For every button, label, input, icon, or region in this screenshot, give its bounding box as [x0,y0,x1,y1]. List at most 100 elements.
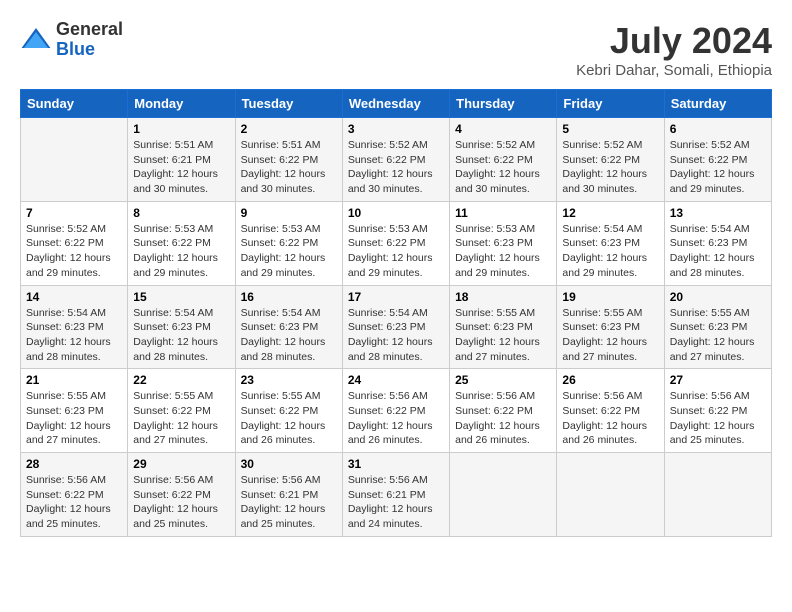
calendar-cell: 10 Sunrise: 5:53 AM Sunset: 6:22 PM Dayli… [342,201,449,285]
day-number: 17 [348,290,444,304]
day-number: 24 [348,373,444,387]
calendar-cell: 27 Sunrise: 5:56 AM Sunset: 6:22 PM Dayli… [664,369,771,453]
calendar-cell: 23Sunrise: 5:55 AM Sunset: 6:22 PM Dayli… [235,369,342,453]
day-number: 7 [26,206,122,220]
calendar-cell: 5Sunrise: 5:52 AM Sunset: 6:22 PM Daylig… [557,118,664,202]
calendar-cell: 14 Sunrise: 5:54 AM Sunset: 6:23 PM Dayli… [21,285,128,369]
day-info: Sunrise: 5:55 AM Sunset: 6:23 PM Dayligh… [670,306,766,365]
calendar-cell: 13 Sunrise: 5:54 AM Sunset: 6:23 PM Dayli… [664,201,771,285]
day-number: 20 [670,290,766,304]
day-number: 27 [670,373,766,387]
calendar-cell: 20 Sunrise: 5:55 AM Sunset: 6:23 PM Dayli… [664,285,771,369]
day-number: 2 [241,122,337,136]
day-number: 9 [241,206,337,220]
day-number: 5 [562,122,658,136]
calendar-cell [664,453,771,537]
day-info: Sunrise: 5:56 AM Sunset: 6:22 PM Dayligh… [670,389,766,448]
calendar-cell: 1 Sunrise: 5:51 AM Sunset: 6:21 PM Daylig… [128,118,235,202]
day-number: 3 [348,122,444,136]
day-number: 22 [133,373,229,387]
day-number: 19 [562,290,658,304]
calendar-cell: 28Sunrise: 5:56 AM Sunset: 6:22 PM Dayli… [21,453,128,537]
logo-general: General [56,19,123,39]
day-number: 21 [26,373,122,387]
day-number: 29 [133,457,229,471]
calendar-cell: 16 Sunrise: 5:54 AM Sunset: 6:23 PM Dayli… [235,285,342,369]
calendar-cell: 7 Sunrise: 5:52 AM Sunset: 6:22 PM Daylig… [21,201,128,285]
day-info: Sunrise: 5:53 AM Sunset: 6:22 PM Dayligh… [241,222,337,281]
day-info: Sunrise: 5:55 AM Sunset: 6:22 PM Dayligh… [133,389,229,448]
calendar-cell [450,453,557,537]
day-info: Sunrise: 5:54 AM Sunset: 6:23 PM Dayligh… [348,306,444,365]
day-number: 12 [562,206,658,220]
calendar-week-4: 21 Sunrise: 5:55 AM Sunset: 6:23 PM Dayli… [21,369,772,453]
day-info: Sunrise: 5:52 AM Sunset: 6:22 PM Dayligh… [26,222,122,281]
calendar-week-2: 7 Sunrise: 5:52 AM Sunset: 6:22 PM Daylig… [21,201,772,285]
month-year-title: July 2024 [576,20,772,62]
calendar-cell: 6Sunrise: 5:52 AM Sunset: 6:22 PM Daylig… [664,118,771,202]
day-info: Sunrise: 5:56 AM Sunset: 6:22 PM Dayligh… [455,389,551,448]
day-info: Sunrise: 5:51 AM Sunset: 6:21 PM Dayligh… [133,138,229,197]
weekday-header-tuesday: Tuesday [235,90,342,118]
calendar-cell: 26 Sunrise: 5:56 AM Sunset: 6:22 PM Dayli… [557,369,664,453]
calendar-body: 1 Sunrise: 5:51 AM Sunset: 6:21 PM Daylig… [21,118,772,537]
weekday-header-monday: Monday [128,90,235,118]
day-info: Sunrise: 5:56 AM Sunset: 6:21 PM Dayligh… [348,473,444,532]
day-info: Sunrise: 5:54 AM Sunset: 6:23 PM Dayligh… [670,222,766,281]
day-number: 10 [348,206,444,220]
day-number: 4 [455,122,551,136]
day-info: Sunrise: 5:56 AM Sunset: 6:22 PM Dayligh… [348,389,444,448]
day-number: 28 [26,457,122,471]
title-block: July 2024 Kebri Dahar, Somali, Ethiopia [576,20,772,79]
day-info: Sunrise: 5:56 AM Sunset: 6:21 PM Dayligh… [241,473,337,532]
day-number: 26 [562,373,658,387]
day-info: Sunrise: 5:56 AM Sunset: 6:22 PM Dayligh… [133,473,229,532]
day-info: Sunrise: 5:51 AM Sunset: 6:22 PM Dayligh… [241,138,337,197]
day-info: Sunrise: 5:55 AM Sunset: 6:23 PM Dayligh… [562,306,658,365]
calendar-week-1: 1 Sunrise: 5:51 AM Sunset: 6:21 PM Daylig… [21,118,772,202]
day-number: 16 [241,290,337,304]
calendar-cell: 18 Sunrise: 5:55 AM Sunset: 6:23 PM Dayli… [450,285,557,369]
day-info: Sunrise: 5:55 AM Sunset: 6:23 PM Dayligh… [455,306,551,365]
day-info: Sunrise: 5:54 AM Sunset: 6:23 PM Dayligh… [26,306,122,365]
day-number: 6 [670,122,766,136]
day-info: Sunrise: 5:54 AM Sunset: 6:23 PM Dayligh… [241,306,337,365]
calendar-cell: 24 Sunrise: 5:56 AM Sunset: 6:22 PM Dayli… [342,369,449,453]
day-info: Sunrise: 5:52 AM Sunset: 6:22 PM Dayligh… [348,138,444,197]
calendar-cell [557,453,664,537]
day-number: 13 [670,206,766,220]
calendar-cell: 9 Sunrise: 5:53 AM Sunset: 6:22 PM Daylig… [235,201,342,285]
day-info: Sunrise: 5:55 AM Sunset: 6:23 PM Dayligh… [26,389,122,448]
calendar-week-5: 28 Sunrise: 5:56 AM Sunset: 6:22 PM Dayli… [21,453,772,537]
day-info: Sunrise: 5:54 AM Sunset: 6:23 PM Dayligh… [133,306,229,365]
calendar-cell: 17 Sunrise: 5:54 AM Sunset: 6:23 PM Dayli… [342,285,449,369]
logo-icon [20,24,52,56]
calendar-cell: 25 Sunrise: 5:56 AM Sunset: 6:22 PM Dayli… [450,369,557,453]
day-info: Sunrise: 5:54 AM Sunset: 6:23 PM Dayligh… [562,222,658,281]
day-number: 1 [133,122,229,136]
calendar-cell: 29 Sunrise: 5:56 AM Sunset: 6:22 PM Dayli… [128,453,235,537]
calendar-cell: 19 Sunrise: 5:55 AM Sunset: 6:23 PM Dayli… [557,285,664,369]
weekday-header-thursday: Thursday [450,90,557,118]
day-info: Sunrise: 5:56 AM Sunset: 6:22 PM Dayligh… [562,389,658,448]
calendar-cell: 31 Sunrise: 5:56 AM Sunset: 6:21 PM Dayli… [342,453,449,537]
day-number: 11 [455,206,551,220]
weekday-header-sunday: Sunday [21,90,128,118]
day-info: Sunrise: 5:55 AM Sunset: 6:22 PM Dayligh… [241,389,337,448]
weekday-header-wednesday: Wednesday [342,90,449,118]
day-info: Sunrise: 5:52 AM Sunset: 6:22 PM Dayligh… [455,138,551,197]
day-number: 14 [26,290,122,304]
day-number: 25 [455,373,551,387]
calendar-cell: 2 Sunrise: 5:51 AM Sunset: 6:22 PM Daylig… [235,118,342,202]
calendar-cell: 8Sunrise: 5:53 AM Sunset: 6:22 PM Daylig… [128,201,235,285]
calendar-cell [21,118,128,202]
calendar-header: SundayMondayTuesdayWednesdayThursdayFrid… [21,90,772,118]
calendar-cell: 11Sunrise: 5:53 AM Sunset: 6:23 PM Dayli… [450,201,557,285]
location-subtitle: Kebri Dahar, Somali, Ethiopia [576,62,772,79]
day-number: 31 [348,457,444,471]
calendar-cell: 12 Sunrise: 5:54 AM Sunset: 6:23 PM Dayli… [557,201,664,285]
calendar-cell: 15Sunrise: 5:54 AM Sunset: 6:23 PM Dayli… [128,285,235,369]
day-info: Sunrise: 5:53 AM Sunset: 6:22 PM Dayligh… [348,222,444,281]
weekday-header-friday: Friday [557,90,664,118]
day-number: 18 [455,290,551,304]
